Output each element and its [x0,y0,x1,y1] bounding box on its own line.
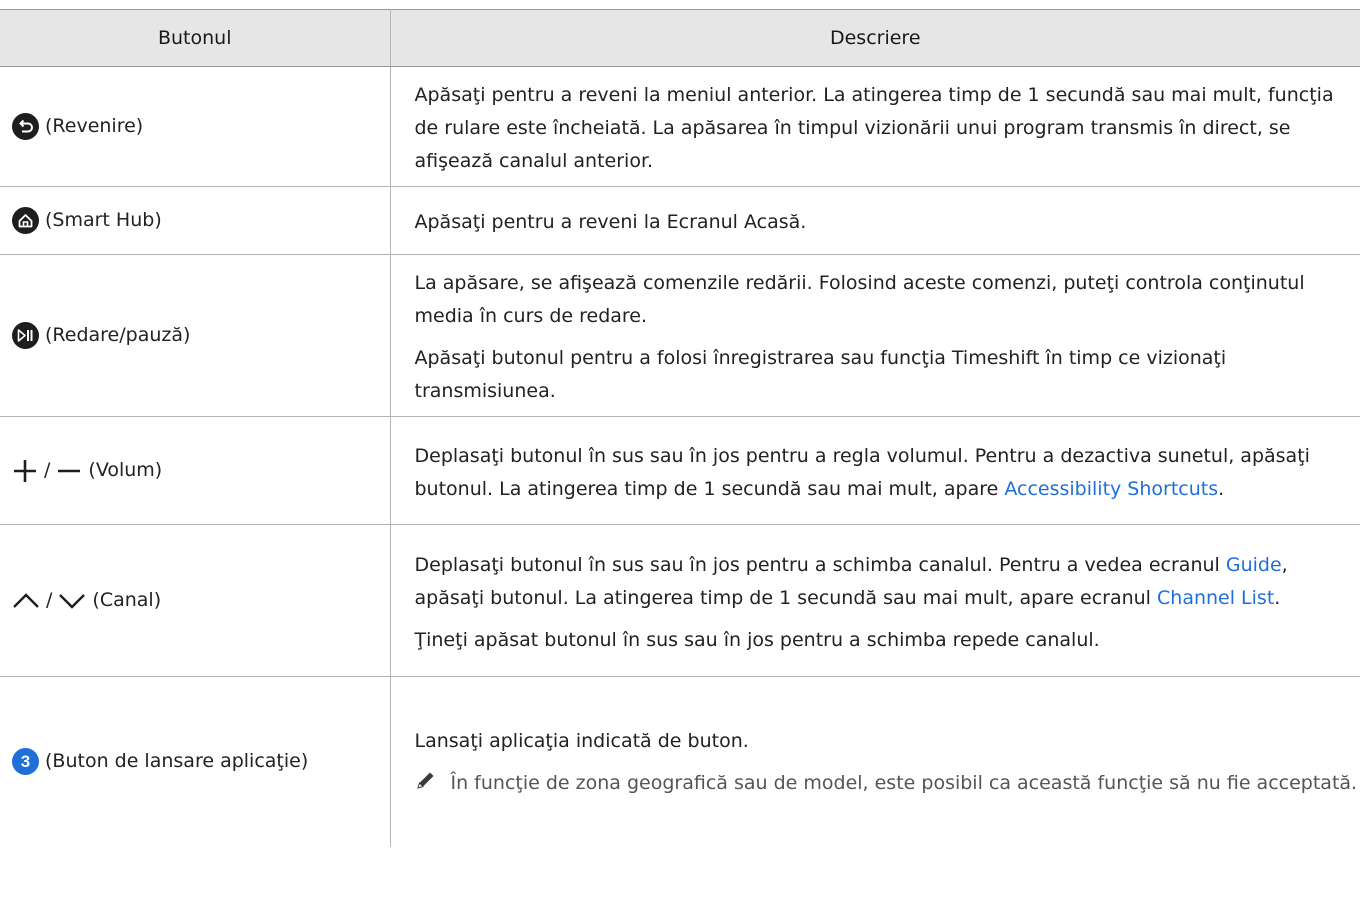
volume-plus-icon [12,458,38,484]
guide-link[interactable]: Guide [1226,554,1282,576]
channel-list-link[interactable]: Channel List [1157,587,1274,609]
button-label: (Volum) [88,459,163,481]
note-text: În funcţie de zona geografică sau de mod… [450,772,1358,795]
pencil-icon [415,767,451,802]
column-header-description: Descriere [390,9,1360,67]
table-row: 3 (Buton de lansare aplicaţie) Lansaţi a… [0,676,1360,847]
number-3-icon: 3 [12,748,39,776]
button-description-table: Butonul Descriere (Revenire) Apăsaţi pen… [0,9,1360,847]
column-header-button: Butonul [0,9,391,67]
separator: / [46,589,53,611]
button-label: (Smart Hub) [45,209,162,231]
volume-minus-icon [56,458,82,484]
note: În funcţie de zona geografică sau de mod… [415,767,1360,802]
description-text: Deplasaţi butonul în sus sau în jos pent… [415,549,1360,615]
play-pause-icon [12,322,39,349]
description-text: La apăsare, se afişează comenzile redări… [414,272,1305,327]
table-row: (Redare/pauză) La apăsare, se afişează c… [0,254,1360,417]
channel-down-icon [58,588,86,614]
description-part: . [1218,477,1225,500]
table-row: / (Volum) Deplasaţi butonul în sus sau î… [0,416,1360,525]
description-text: Lansaţi aplicaţia indicată de buton. [414,730,749,753]
button-label: (Redare/pauză) [45,324,191,346]
description-text-2: Apăsaţi butonul pentru a folosi înregist… [414,347,1227,402]
description-part: Deplasaţi butonul în sus sau în jos pent… [414,553,1226,576]
button-label: (Canal) [92,589,162,611]
button-label: (Buton de lansare aplicaţie) [45,750,309,773]
table-header-row: Butonul Descriere [0,9,1360,67]
description-part: . [1274,586,1281,609]
description-text: Apăsaţi pentru a reveni la Ecranul Acasă… [414,211,807,233]
table-row: / (Canal) Deplasaţi butonul în sus sau î… [0,524,1360,677]
channel-up-icon [12,588,40,614]
home-icon [12,207,39,234]
button-label: (Revenire) [45,115,144,137]
return-icon [12,113,39,140]
accessibility-shortcuts-link[interactable]: Accessibility Shortcuts [1004,478,1218,500]
description-text: Apăsaţi pentru a reveni la meniul anteri… [414,84,1334,172]
table-row: (Revenire) Apăsaţi pentru a reveni la me… [0,66,1360,187]
table-row: (Smart Hub) Apăsaţi pentru a reveni la E… [0,186,1360,255]
description-text: Deplasaţi butonul în sus sau în jos pent… [415,440,1360,506]
separator: / [44,459,51,481]
description-text-2: Ţineţi apăsat butonul în sus sau în jos … [414,628,1100,651]
